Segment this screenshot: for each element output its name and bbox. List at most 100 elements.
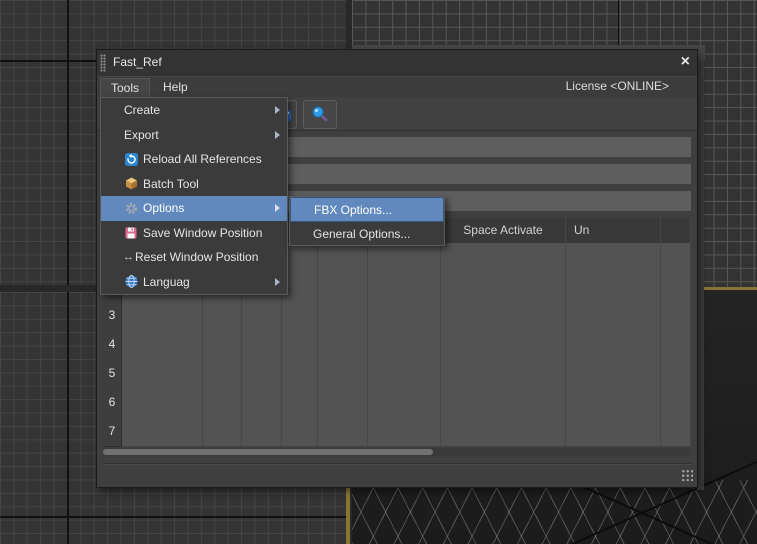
table-cell[interactable] bbox=[318, 243, 368, 273]
table-cell[interactable] bbox=[122, 417, 203, 447]
horizontal-scrollbar[interactable] bbox=[103, 448, 691, 456]
menu-help[interactable]: Help bbox=[153, 78, 198, 96]
table-cell[interactable] bbox=[203, 330, 242, 360]
menu-item-reset-window-position[interactable]: ↔ Reset Window Position bbox=[101, 245, 287, 270]
table-cell[interactable] bbox=[661, 388, 691, 418]
table-row: 3 bbox=[103, 301, 691, 330]
table-cell[interactable] bbox=[441, 272, 566, 302]
table-cell[interactable] bbox=[661, 359, 691, 389]
table-cell[interactable] bbox=[282, 359, 318, 389]
menu-item-language[interactable]: Languag bbox=[101, 270, 287, 295]
gear-icon bbox=[124, 201, 138, 215]
floppy-save-icon bbox=[124, 226, 138, 240]
drag-handle-icon[interactable] bbox=[100, 54, 106, 72]
submenu-item-fbx-options[interactable]: FBX Options... bbox=[290, 197, 444, 222]
table-cell[interactable] bbox=[242, 330, 282, 360]
tools-dropdown-menu: Create Export Reload All References Batc… bbox=[100, 97, 288, 295]
row-number[interactable]: 3 bbox=[103, 301, 122, 331]
table-cell[interactable] bbox=[566, 301, 661, 331]
table-cell[interactable] bbox=[122, 359, 203, 389]
table-cell[interactable] bbox=[566, 388, 661, 418]
table-row: 7 bbox=[103, 417, 691, 446]
table-cell[interactable] bbox=[441, 301, 566, 331]
table-cell[interactable] bbox=[122, 330, 203, 360]
table-cell[interactable] bbox=[566, 330, 661, 360]
row-number[interactable]: 5 bbox=[103, 359, 122, 389]
table-cell[interactable] bbox=[441, 359, 566, 389]
active-viewport-border-left bbox=[346, 487, 350, 544]
row-number[interactable]: 6 bbox=[103, 388, 122, 418]
menu-item-create[interactable]: Create bbox=[101, 98, 287, 123]
menu-item-export[interactable]: Export bbox=[101, 123, 287, 148]
table-cell[interactable] bbox=[368, 243, 441, 273]
globe-icon bbox=[124, 275, 138, 289]
resize-grip[interactable] bbox=[680, 468, 693, 481]
table-cell[interactable] bbox=[122, 301, 203, 331]
table-cell[interactable] bbox=[318, 388, 368, 418]
table-cell[interactable] bbox=[368, 359, 441, 389]
table-cell[interactable] bbox=[441, 417, 566, 447]
background-panel-edge bbox=[697, 60, 704, 490]
menu-item-reload-all-references[interactable]: Reload All References bbox=[101, 147, 287, 172]
table-cell[interactable] bbox=[661, 330, 691, 360]
table-cell[interactable] bbox=[242, 417, 282, 447]
table-cell[interactable] bbox=[282, 330, 318, 360]
table-cell[interactable] bbox=[566, 272, 661, 302]
license-status: License <ONLINE> bbox=[566, 79, 669, 93]
search-button[interactable] bbox=[303, 100, 337, 129]
table-cell[interactable] bbox=[318, 330, 368, 360]
close-icon[interactable]: × bbox=[681, 52, 690, 72]
table-cell[interactable] bbox=[368, 330, 441, 360]
table-cell[interactable] bbox=[282, 417, 318, 447]
table-cell[interactable] bbox=[282, 301, 318, 331]
menu-item-batch-tool[interactable]: Batch Tool bbox=[101, 172, 287, 197]
grid-axis-horizontal bbox=[0, 516, 346, 518]
header-space-activate[interactable]: Space Activate bbox=[441, 218, 566, 243]
table-cell[interactable] bbox=[318, 417, 368, 447]
table-cell[interactable] bbox=[441, 243, 566, 273]
table-cell[interactable] bbox=[203, 388, 242, 418]
table-cell[interactable] bbox=[441, 330, 566, 360]
submenu-item-general-options[interactable]: General Options... bbox=[290, 222, 444, 245]
table-cell[interactable] bbox=[661, 301, 691, 331]
header-unload[interactable]: Un bbox=[566, 218, 661, 243]
table-cell[interactable] bbox=[318, 301, 368, 331]
table-cell[interactable] bbox=[203, 359, 242, 389]
header-spacer bbox=[661, 218, 691, 243]
table-cell[interactable] bbox=[566, 359, 661, 389]
grid-axis-vertical bbox=[67, 292, 69, 544]
title-bar[interactable]: Fast_Ref × bbox=[97, 50, 697, 77]
table-cell[interactable] bbox=[368, 388, 441, 418]
table-cell[interactable] bbox=[368, 417, 441, 447]
table-cell[interactable] bbox=[661, 417, 691, 447]
table-cell[interactable] bbox=[441, 388, 566, 418]
scrollbar-thumb[interactable] bbox=[103, 449, 433, 455]
table-cell[interactable] bbox=[203, 417, 242, 447]
menu-item-options[interactable]: Options bbox=[101, 196, 287, 221]
menu-tools[interactable]: Tools bbox=[100, 78, 150, 98]
submenu-arrow-icon bbox=[275, 106, 280, 114]
table-cell[interactable] bbox=[242, 388, 282, 418]
table-cell[interactable] bbox=[368, 272, 441, 302]
window-title: Fast_Ref bbox=[113, 55, 162, 69]
table-cell[interactable] bbox=[242, 301, 282, 331]
table-row: 6 bbox=[103, 388, 691, 417]
table-cell[interactable] bbox=[282, 388, 318, 418]
table-cell[interactable] bbox=[318, 272, 368, 302]
row-number[interactable]: 4 bbox=[103, 330, 122, 360]
divider bbox=[103, 463, 691, 465]
table-cell[interactable] bbox=[661, 243, 691, 273]
table-row: 5 bbox=[103, 359, 691, 388]
menu-item-save-window-position[interactable]: Save Window Position bbox=[101, 221, 287, 246]
table-cell[interactable] bbox=[242, 359, 282, 389]
table-cell[interactable] bbox=[566, 417, 661, 447]
table-cell[interactable] bbox=[566, 243, 661, 273]
table-cell[interactable] bbox=[318, 359, 368, 389]
options-submenu: FBX Options... General Options... bbox=[289, 196, 445, 246]
table-cell[interactable] bbox=[368, 301, 441, 331]
row-number[interactable]: 7 bbox=[103, 417, 122, 447]
table-cell[interactable] bbox=[661, 272, 691, 302]
table-cell[interactable] bbox=[122, 388, 203, 418]
search-icon bbox=[311, 105, 329, 123]
table-cell[interactable] bbox=[203, 301, 242, 331]
